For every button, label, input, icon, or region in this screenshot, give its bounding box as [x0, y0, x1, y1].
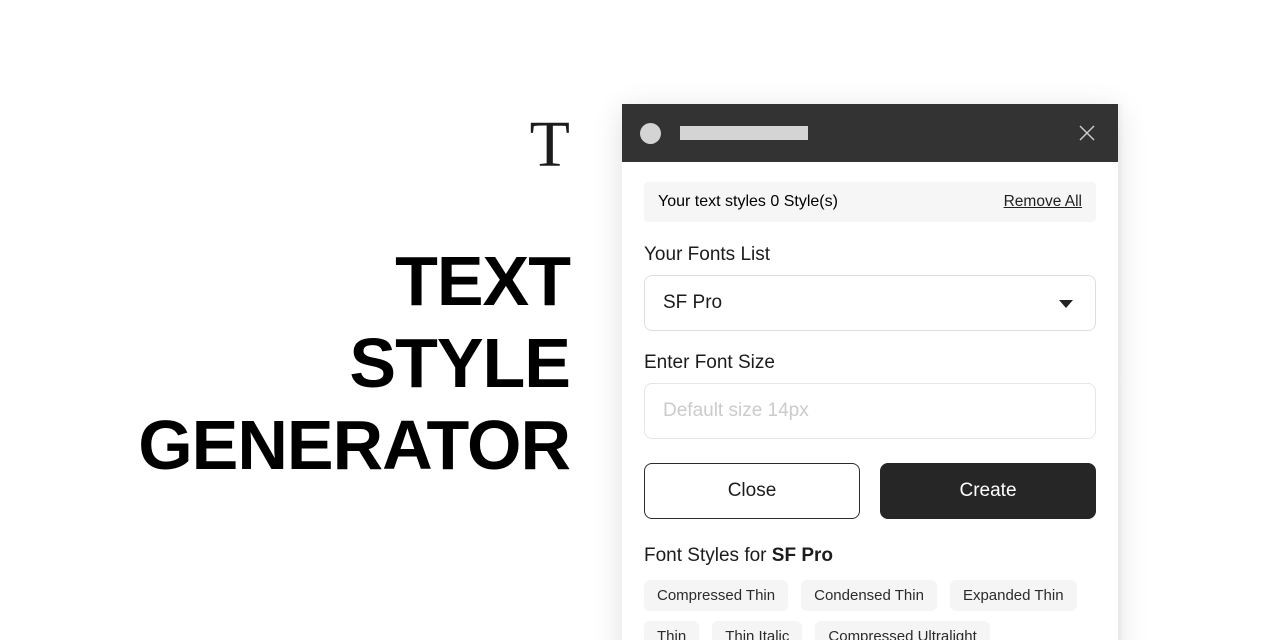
page-title-line-3: GENERATOR [138, 406, 571, 484]
fonts-list-label: Your Fonts List [644, 244, 771, 265]
logo-t-icon: T [529, 108, 570, 181]
close-button[interactable]: Close [644, 463, 860, 519]
hero-section: T TEXT STYLE GENERATOR [0, 0, 622, 640]
font-styles-heading-prefix: Font Styles for [644, 545, 772, 566]
font-styles-heading-font: SF Pro [771, 545, 834, 566]
font-styles-heading: Font Styles for SF Pro [644, 545, 1096, 567]
font-style-chip[interactable]: Compressed Thin [644, 580, 789, 611]
styles-summary-banner: Your text styles 0 Style(s) Remove All [644, 182, 1096, 222]
font-style-chip[interactable]: Condensed Thin [801, 580, 937, 611]
modal-body: Your text styles 0 Style(s) Remove All Y… [622, 162, 1118, 640]
font-styles-chip-list: Compressed Thin Condensed Thin Expanded … [644, 580, 1096, 640]
avatar [640, 122, 661, 144]
remove-all-link[interactable]: Remove All [1004, 193, 1082, 211]
modal-action-buttons: Close Create [644, 463, 1096, 519]
fonts-list-selected-value: SF Pro [663, 292, 723, 313]
font-style-chip[interactable]: Thin [644, 621, 700, 640]
font-size-label: Enter Font Size [644, 352, 775, 373]
font-size-input[interactable] [644, 383, 1096, 439]
modal-header [622, 104, 1118, 162]
app-root: T TEXT STYLE GENERATOR Your text styles … [0, 0, 1280, 640]
page-title: TEXT STYLE GENERATOR [50, 240, 571, 486]
modal-title-placeholder-bar [680, 126, 808, 140]
page-title-line-2: STYLE [349, 324, 571, 402]
font-style-chip[interactable]: Thin Italic [712, 621, 803, 640]
text-style-modal: Your text styles 0 Style(s) Remove All Y… [622, 104, 1118, 640]
font-style-chip[interactable]: Expanded Thin [949, 580, 1077, 611]
close-icon[interactable] [1074, 120, 1100, 146]
create-button[interactable]: Create [880, 463, 1096, 519]
chevron-down-icon [1059, 300, 1073, 308]
modal-right-edge [1118, 104, 1124, 640]
page-title-line-1: TEXT [395, 242, 571, 320]
fonts-list-select[interactable]: SF Pro [644, 275, 1096, 331]
font-style-chip[interactable]: Compressed Ultralight [815, 621, 990, 640]
styles-count-label: Your text styles 0 Style(s) [658, 193, 838, 210]
